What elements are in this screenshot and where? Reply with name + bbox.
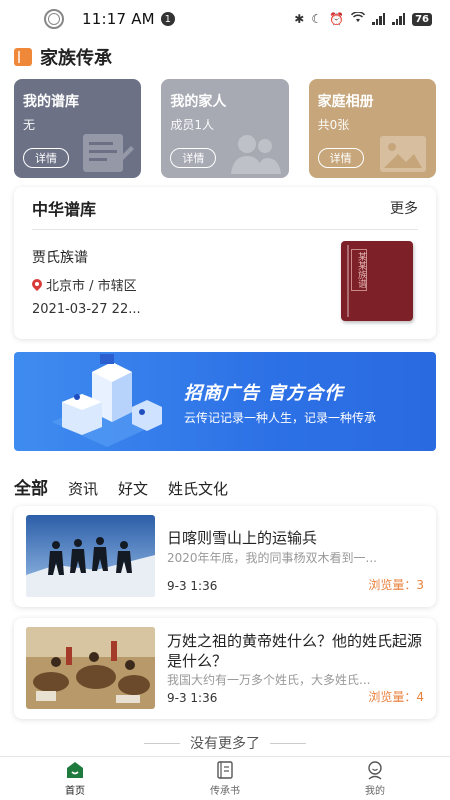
details-button[interactable]: 详情 [170,148,217,168]
entry-name: 贾氏族谱 [32,250,88,266]
nav-legacy-book[interactable]: 传承书 [150,757,300,800]
profile-icon [368,761,382,780]
signal-icon [372,13,386,25]
details-button[interactable]: 详情 [317,148,364,168]
article-summary: 我国大约有一万多个姓氏，大多姓氏... [167,673,371,687]
more-link[interactable]: 更多 [390,198,418,218]
end-of-list: 没有更多了 [0,733,450,753]
document-icon [83,134,135,172]
nav-home[interactable]: 首页 [0,757,150,800]
location-pin-icon [32,279,42,291]
notification-count-badge: 1 [160,12,175,26]
genealogy-library-panel: 中华谱库 更多 贾氏族谱 北京市 / 市辖区 2021-03-27 22... … [14,187,436,339]
article-card[interactable]: 日喀则雪山上的运输兵 2020年年底，我的同事杨双木看到一... 9-3 1:3… [14,506,436,607]
card-family-album[interactable]: 家庭相册 共0张 详情 [308,79,436,178]
article-title: 日喀则雪山上的运输兵 [167,529,318,547]
card-title: 家庭相册 [317,94,374,110]
bottom-navigation: 首页 传承书 我的 [0,756,450,800]
tab-surname-culture[interactable]: 姓氏文化 [168,478,228,499]
card-my-genealogy[interactable]: 我的谱库 无 详情 [14,79,142,178]
book-icon [14,48,32,66]
book-icon [217,761,233,779]
tab-all[interactable]: 全部 [14,474,48,499]
library-entry[interactable]: 贾氏族谱 北京市 / 市辖区 2021-03-27 22... [32,247,141,317]
card-title: 我的谱库 [23,94,79,110]
article-title: 万姓之祖的黄帝姓什么？他的姓氏起源是什么？ [167,632,423,670]
banner-subtitle: 云传记记录一种人生，记录一种传承 [184,411,377,425]
people-icon [230,135,281,174]
tab-news[interactable]: 资讯 [68,478,98,499]
entry-date: 2021-03-27 22... [32,302,141,317]
wifi-icon [351,11,366,26]
nav-profile[interactable]: 我的 [300,757,450,800]
card-my-family[interactable]: 我的家人 成员1人 详情 [161,79,289,178]
status-icons: ✱ ☾ ⏰ 76 [294,11,432,26]
moon-icon: ☾ [311,12,323,26]
signal-icon-2 [392,13,406,25]
section-title: 家族传承 [40,48,112,69]
genealogy-book-cover[interactable]: 某某族谱 [341,241,413,321]
divider [270,742,306,744]
book-spine [347,245,349,317]
article-time: 9-3 1:36 [167,691,218,705]
card-title: 我的家人 [170,94,227,110]
status-time: 11:17 AM [82,10,155,28]
no-more-text: 没有更多了 [190,736,260,752]
nav-label: 首页 [65,786,85,797]
article-views: 浏览量：4 [368,690,424,704]
promo-banner[interactable]: 招商广告 官方合作 云传记记录一种人生，记录一种传承 [14,352,436,451]
nav-label: 传承书 [210,786,240,797]
home-icon [67,762,83,778]
bluetooth-icon: ✱ [294,12,305,26]
article-summary: 2020年年底，我的同事杨双木看到一... [167,551,377,565]
category-tabs: 全部 资讯 好文 姓氏文化 [14,474,228,499]
article-views: 浏览量：3 [368,578,424,592]
section-header: 家族传承 [14,44,112,70]
feature-cards: 我的谱库 无 详情 我的家人 成员1人 详情 家庭相册 共0张 详情 [14,79,436,178]
library-header: 中华谱库 更多 [32,187,418,230]
entry-location-text: 北京市 / 市辖区 [46,279,137,294]
library-title: 中华谱库 [32,200,97,219]
tab-articles[interactable]: 好文 [118,478,148,499]
photo-icon [379,136,426,172]
alarm-icon: ⏰ [329,12,345,26]
details-button[interactable]: 详情 [23,148,69,168]
isometric-illustration [52,354,162,447]
divider [144,742,180,744]
book-cover-label: 某某族谱 [351,249,367,291]
article-card[interactable]: 万姓之祖的黄帝姓什么？他的姓氏起源是什么？ 我国大约有一万多个姓氏，大多姓氏..… [14,618,436,719]
article-thumbnail [26,627,155,709]
status-bar: 11:17 AM 1 ✱ ☾ ⏰ 76 [0,0,450,38]
article-time: 9-3 1:36 [167,579,218,593]
banner-title: 招商广告 官方合作 [184,383,344,404]
status-indicator-icon [44,9,64,29]
nav-label: 我的 [365,786,385,797]
entry-location: 北京市 / 市辖区 [32,275,141,294]
battery-icon: 76 [412,12,432,26]
article-thumbnail [26,515,155,597]
